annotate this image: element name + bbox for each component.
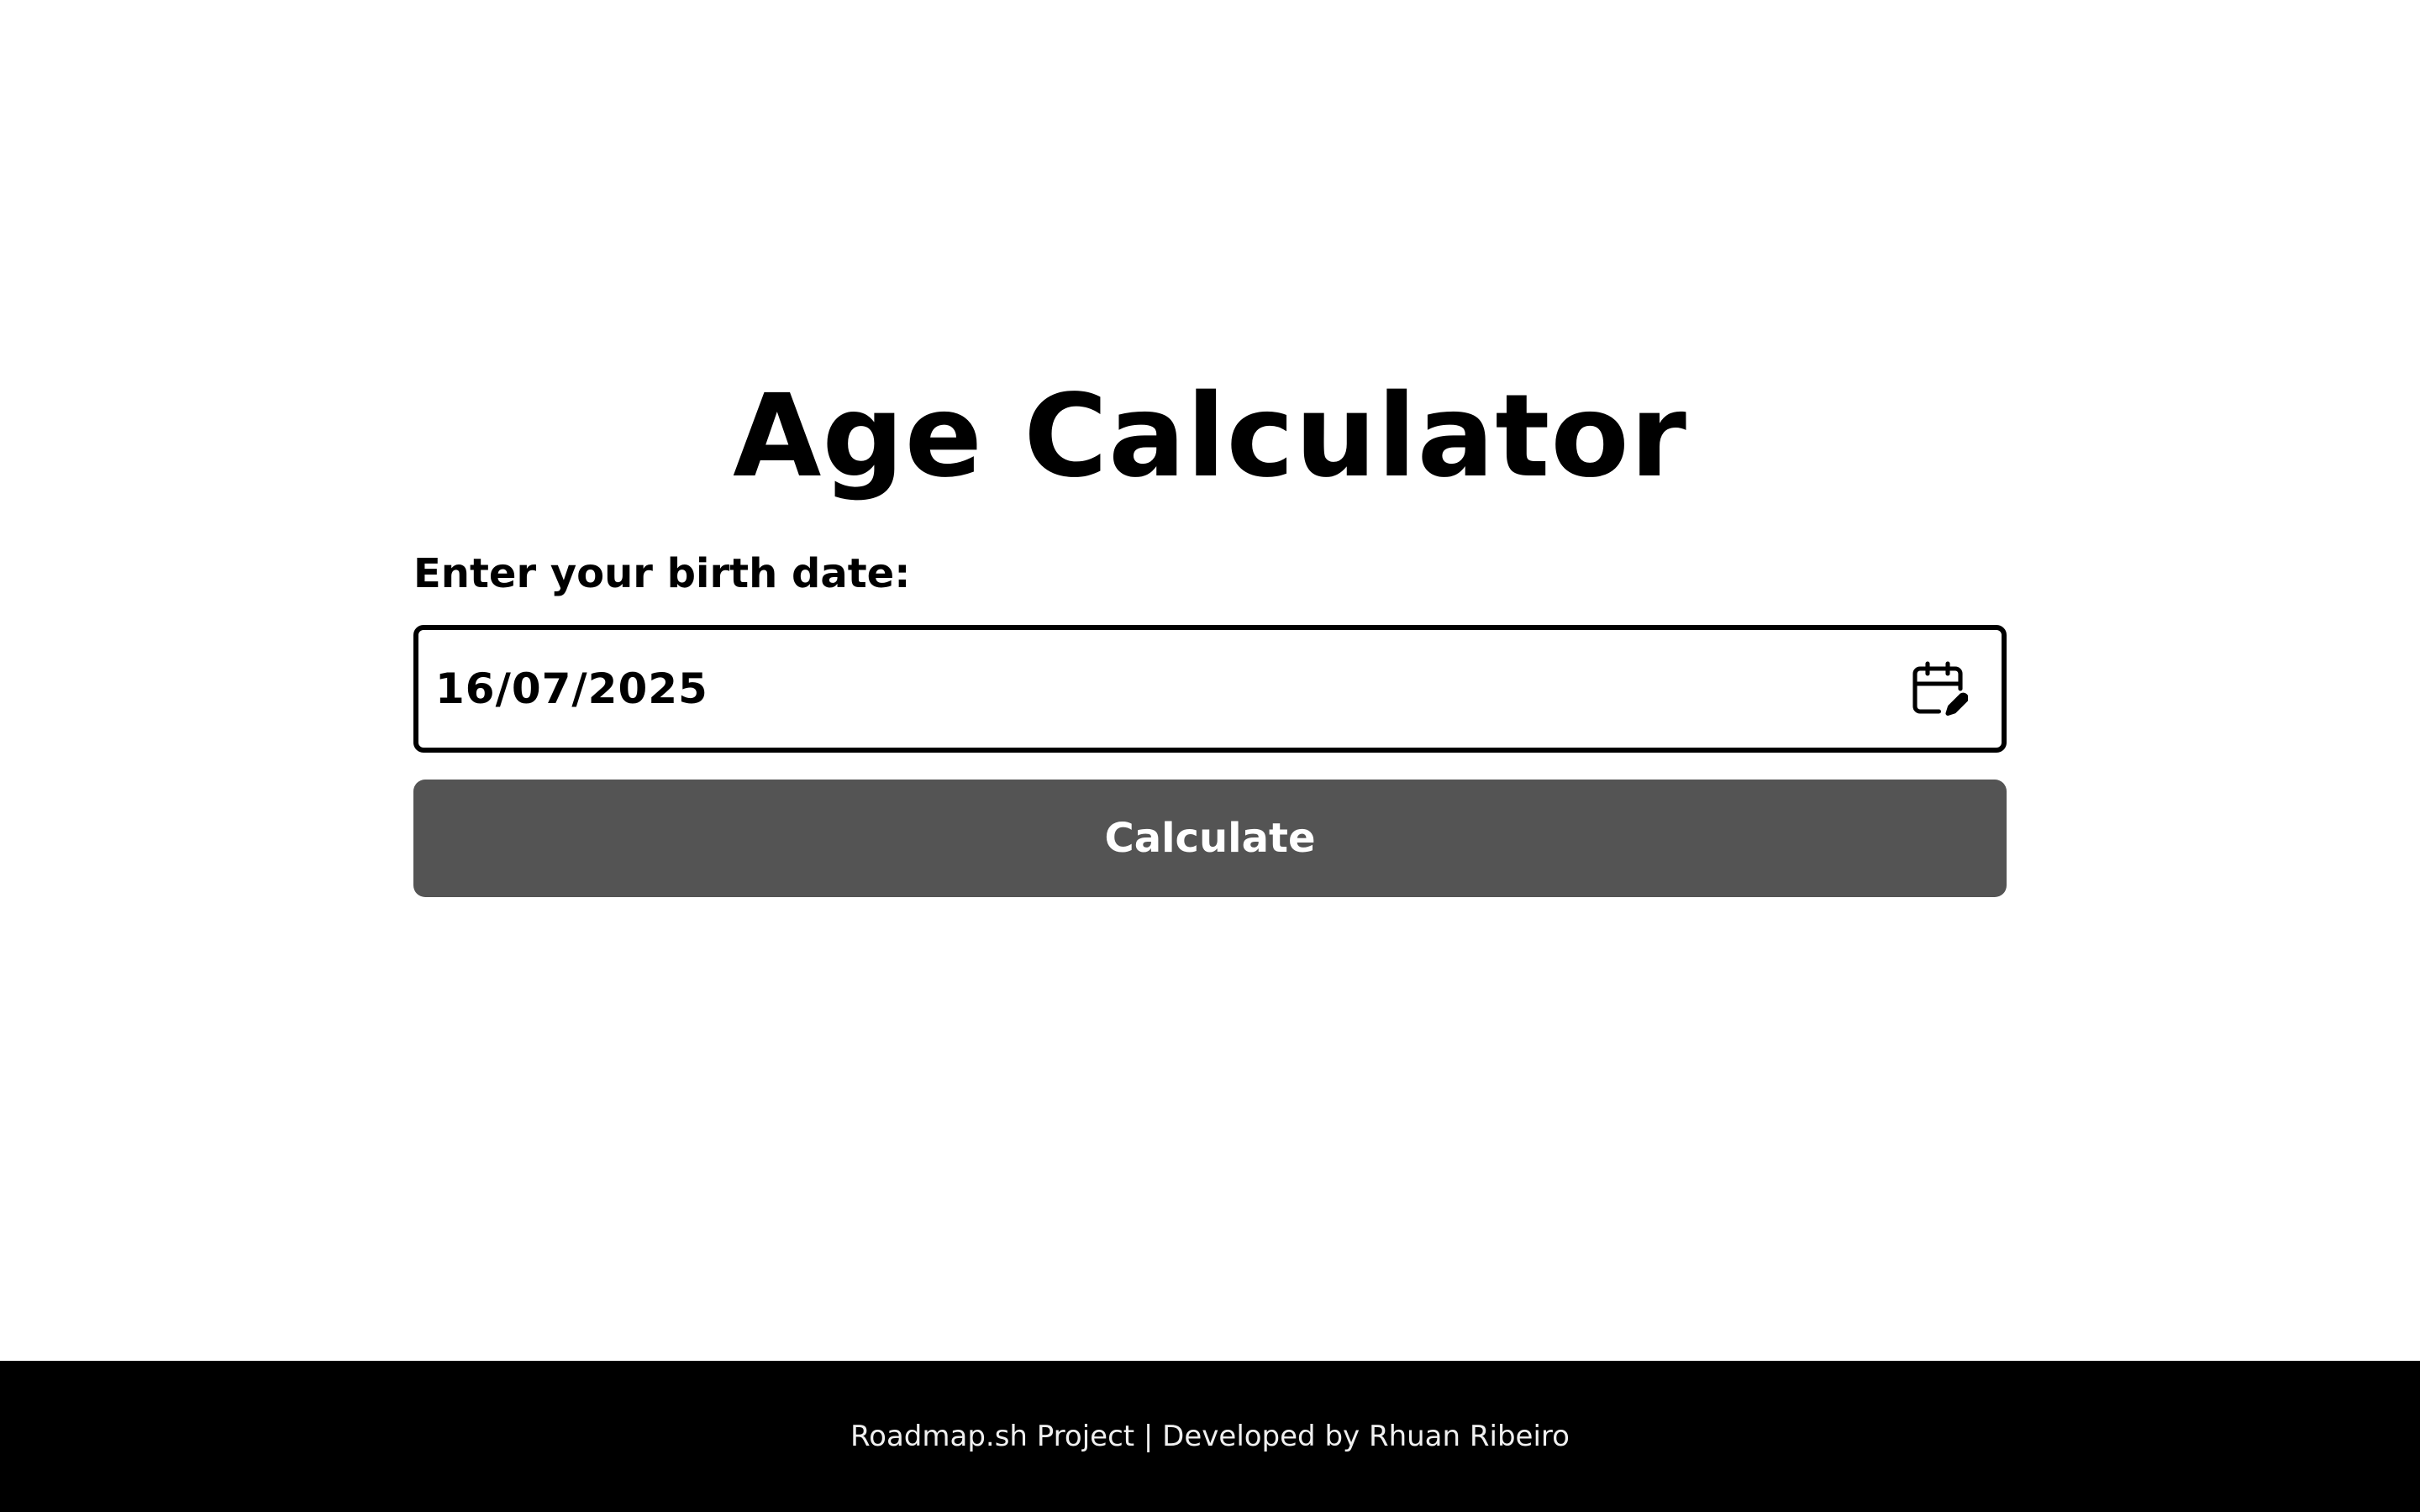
age-calculator-page: Age Calculator Enter your birth date: 16…	[0, 0, 2420, 1512]
birth-date-label: Enter your birth date:	[413, 550, 911, 597]
calendar-icon[interactable]	[1907, 659, 1968, 719]
calculate-button[interactable]: Calculate	[413, 780, 2007, 897]
birth-date-input[interactable]: 16/07/2025	[413, 625, 2007, 753]
footer-credit: Roadmap.sh Project | Developed by Rhuan …	[850, 1420, 1570, 1453]
footer: Roadmap.sh Project | Developed by Rhuan …	[0, 1361, 2420, 1512]
birth-date-value[interactable]: 16/07/2025	[435, 664, 1907, 714]
page-title: Age Calculator	[733, 370, 1687, 503]
